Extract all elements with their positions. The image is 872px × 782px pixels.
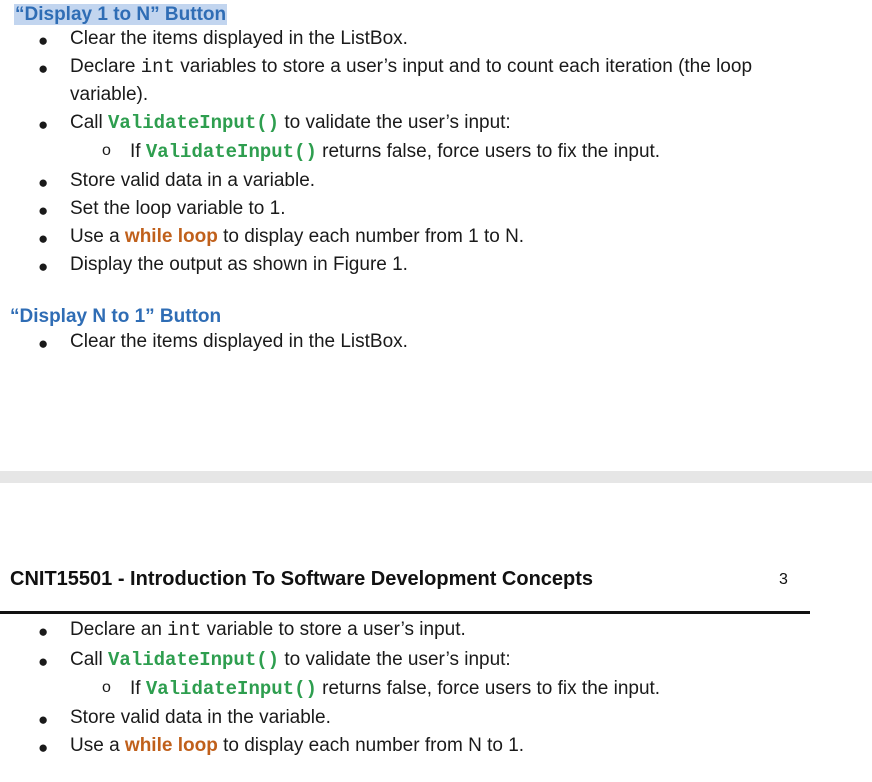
list-item: Clear the items displayed in the ListBox… <box>70 28 408 49</box>
bullet-icon: ● <box>38 622 49 641</box>
list-item: Set the loop variable to 1. <box>70 198 286 219</box>
list-item: Use a while loop to display each number … <box>70 735 525 756</box>
bullet-icon: ● <box>38 173 49 192</box>
list-item: Call ValidateInput() to validate the use… <box>70 649 511 671</box>
header-rule <box>0 611 810 614</box>
page-header-title: CNIT15501 - Introduction To Software Dev… <box>10 568 594 590</box>
list-item: Clear the items displayed in the ListBox… <box>70 331 408 352</box>
bullet-icon: ● <box>38 115 49 134</box>
page-break <box>0 471 872 483</box>
bullet-icon: ● <box>38 59 49 78</box>
list-item-continuation: variable). <box>70 84 149 105</box>
list-item: Store valid data in a variable. <box>70 170 316 191</box>
sub-list-item: If ValidateInput() returns false, force … <box>130 678 661 700</box>
list-item: Declare an int variable to store a user’… <box>70 619 466 641</box>
section-heading-display-n-to-1: “Display N to 1” Button <box>10 306 222 327</box>
function-name: ValidateInput() <box>108 112 280 134</box>
bullet-icon: ● <box>38 334 49 353</box>
sub-bullet-icon: o <box>102 142 111 159</box>
section-heading-display-1-to-n: “Display 1 to N” Button <box>14 4 228 25</box>
bullet-icon: ● <box>38 257 49 276</box>
function-name: ValidateInput() <box>145 678 317 700</box>
inline-code: int <box>140 56 175 78</box>
list-item: Use a while loop to display each number … <box>70 226 525 247</box>
function-name: ValidateInput() <box>108 649 280 671</box>
bullet-icon: ● <box>38 710 49 729</box>
list-item: Store valid data in the variable. <box>70 707 331 728</box>
sub-bullet-icon: o <box>102 679 111 696</box>
list-item: Call ValidateInput() to validate the use… <box>70 112 511 134</box>
bullet-icon: ● <box>38 738 49 757</box>
bullet-icon: ● <box>38 201 49 220</box>
list-item: Display the output as shown in Figure 1. <box>70 254 408 275</box>
sub-list-item: If ValidateInput() returns false, force … <box>130 141 661 163</box>
page-number: 3 <box>779 571 788 588</box>
keyword: while loop <box>124 735 218 756</box>
inline-code: int <box>167 619 202 641</box>
bullet-icon: ● <box>38 229 49 248</box>
bullet-icon: ● <box>38 31 49 50</box>
function-name: ValidateInput() <box>145 141 317 163</box>
bullet-icon: ● <box>38 652 49 671</box>
keyword: while loop <box>124 226 218 247</box>
list-item: Declare int variables to store a user’s … <box>70 56 753 78</box>
